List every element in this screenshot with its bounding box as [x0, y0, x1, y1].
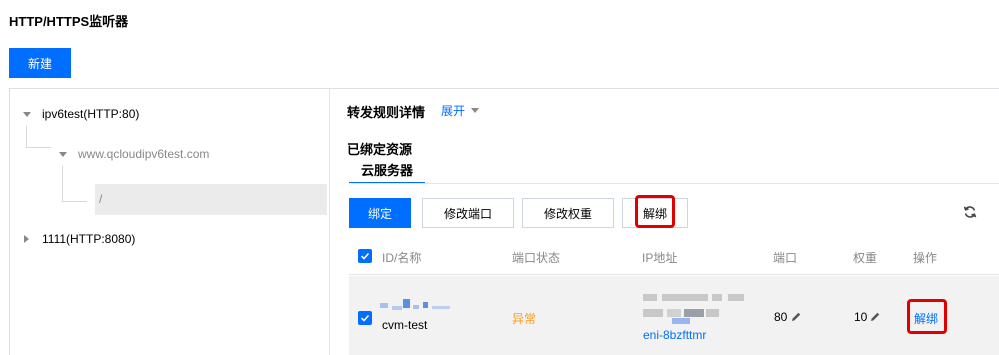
- caret-right-icon[interactable]: [24, 235, 29, 243]
- highlight-box: [635, 195, 675, 228]
- new-button[interactable]: 新建: [9, 48, 71, 78]
- select-all-checkbox[interactable]: [358, 249, 372, 263]
- row-checkbox[interactable]: [358, 311, 372, 325]
- tree-node-path[interactable]: /: [95, 184, 327, 215]
- tree-node-1111[interactable]: 1111(HTTP:8080): [42, 232, 135, 246]
- caret-down-icon[interactable]: [23, 112, 31, 117]
- tree-connector: [62, 166, 63, 201]
- bound-resources-title: 已绑定资源: [347, 142, 413, 157]
- edit-icon[interactable]: [790, 311, 802, 323]
- column-header-ip: IP地址: [642, 251, 678, 265]
- chevron-down-icon: [471, 108, 480, 113]
- tab-divider: [349, 183, 999, 184]
- tree-node-domain[interactable]: www.qcloudipv6test.com: [78, 147, 209, 161]
- modify-port-button[interactable]: 修改端口: [422, 198, 514, 228]
- column-header-weight: 权重: [853, 251, 878, 265]
- tab-cvm[interactable]: 云服务器: [349, 160, 425, 184]
- port-value: 80: [774, 310, 788, 324]
- check-icon: [360, 252, 370, 260]
- tree-connector: [62, 201, 87, 202]
- expand-toggle[interactable]: 展开: [441, 102, 480, 119]
- page-title: HTTP/HTTPS监听器: [9, 14, 129, 29]
- check-icon: [360, 314, 370, 322]
- refresh-icon[interactable]: [963, 205, 977, 219]
- port-status-badge: 异常: [512, 312, 537, 326]
- tree-node-ipv6test[interactable]: ipv6test(HTTP:80): [42, 107, 139, 121]
- bind-button[interactable]: 绑定: [349, 198, 411, 228]
- instance-name: cvm-test: [382, 318, 428, 332]
- expand-label: 展开: [441, 104, 466, 118]
- weight-value: 10: [854, 310, 868, 324]
- rule-title: 转发规则详情: [347, 105, 426, 120]
- column-header-id: ID/名称: [382, 251, 422, 265]
- tree-connector: [26, 126, 27, 147]
- column-header-port-status: 端口状态: [512, 251, 561, 265]
- column-header-port: 端口: [773, 251, 798, 265]
- caret-down-icon[interactable]: [59, 152, 67, 157]
- edit-icon[interactable]: [869, 311, 881, 323]
- eni-link[interactable]: eni-8bzfttmr: [643, 328, 706, 342]
- highlight-box: [907, 299, 947, 334]
- tab-cvm-label: 云服务器: [360, 163, 413, 178]
- listener-tree: [9, 88, 330, 355]
- modify-weight-button[interactable]: 修改权重: [522, 198, 614, 228]
- tree-connector: [26, 147, 51, 148]
- tree-node-path-label: /: [99, 192, 103, 206]
- column-header-action: 操作: [913, 251, 938, 265]
